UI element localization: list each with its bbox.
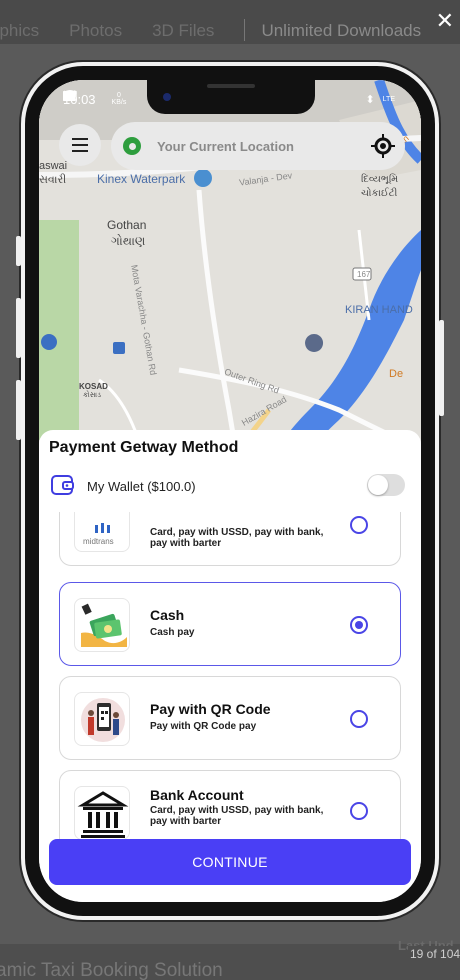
map-label-road-167: 167 bbox=[357, 270, 371, 279]
background-category-tabs: aphics Photos 3D Files Unlimited Downloa… bbox=[0, 19, 451, 41]
payment-option-name: Bank Account bbox=[150, 787, 244, 803]
payment-option-midtrans[interactable]: midtrans Card, pay with USSD, pay with b… bbox=[59, 512, 401, 566]
map-label-gothan-gu: ગોથાણ bbox=[111, 234, 146, 248]
background-top-nav: aphics Photos 3D Files Unlimited Downloa… bbox=[0, 0, 460, 44]
wallet-label: My Wallet ($100.0) bbox=[87, 478, 196, 494]
net-speed-indicator: 0 KB/s bbox=[112, 92, 127, 106]
location-search-placeholder: Your Current Location bbox=[157, 138, 294, 154]
payment-method-sheet: Payment Getway Method My Wallet ($100.0) bbox=[39, 430, 421, 902]
tab-3d-files[interactable]: 3D Files bbox=[152, 21, 214, 41]
payment-option-name: Pay with QR Code bbox=[150, 701, 271, 717]
cash-icon bbox=[74, 598, 130, 652]
payment-sheet-title: Payment Getway Method bbox=[49, 439, 239, 456]
locate-me-icon[interactable] bbox=[369, 132, 397, 160]
menu-icon-line bbox=[72, 150, 88, 152]
map-label-kiran: KIRAN HAND bbox=[345, 304, 413, 316]
phone-side-button bbox=[16, 236, 21, 266]
payment-option-description: Pay with QR Code pay bbox=[150, 721, 257, 732]
payment-option-radio[interactable] bbox=[350, 710, 368, 728]
data-transfer-icon: ⬍ bbox=[365, 93, 375, 106]
tab-divider bbox=[244, 19, 246, 41]
hamburger-menu-button[interactable] bbox=[59, 124, 101, 166]
payment-option-radio[interactable] bbox=[350, 516, 368, 534]
map-label-right-gu-1: દિવ્યભૂમિ bbox=[361, 174, 399, 185]
status-bar: 10:03 0 KB/s ⬍ LTE bbox=[63, 90, 403, 108]
payment-option-description: Card, pay with USSD, pay with bank, pay … bbox=[150, 805, 324, 827]
menu-icon-line bbox=[72, 144, 88, 146]
midtrans-logo: midtrans bbox=[74, 512, 130, 552]
map-label-aswai: aswai bbox=[39, 160, 68, 172]
payment-option-qr-code[interactable]: Pay with QR Code Pay with QR Code pay bbox=[59, 676, 401, 760]
phone-volume-up-button bbox=[16, 298, 21, 358]
wallet-icon bbox=[51, 473, 75, 500]
wallet-toggle[interactable] bbox=[367, 474, 405, 496]
phone-power-button bbox=[439, 320, 444, 416]
midtrans-brand-text: midtrans bbox=[83, 537, 114, 546]
location-search-bar[interactable]: Your Current Location bbox=[111, 122, 405, 170]
network-type: LTE bbox=[382, 95, 395, 103]
map-label-kosad: KOSAD bbox=[79, 382, 108, 391]
phone-frame: aswai સવારી Kinex Waterpark Valanja - De… bbox=[16, 62, 444, 920]
map-label-de: De bbox=[389, 368, 404, 380]
payment-option-description: Card, pay with USSD, pay with bank, pay … bbox=[150, 527, 324, 549]
background-item-title: amic Taxi Booking Solution bbox=[0, 960, 223, 980]
net-speed-value: 0 bbox=[116, 92, 121, 99]
qr-code-payment-icon bbox=[74, 692, 130, 746]
map-label-kinex: Kinex Waterpark bbox=[97, 172, 186, 186]
bank-icon bbox=[74, 786, 130, 840]
image-counter: 19 of 104 bbox=[408, 946, 460, 962]
tab-unlimited-downloads[interactable]: Unlimited Downloads bbox=[261, 21, 421, 41]
map-label-kosad-gu: કોસાડ bbox=[83, 392, 101, 399]
net-speed-unit: KB/s bbox=[111, 99, 127, 106]
phone-volume-down-button bbox=[16, 380, 21, 440]
payment-option-bank-account[interactable]: Bank Account Card, pay with USSD, pay wi… bbox=[59, 770, 401, 842]
map-label-aswai-gu: સવારી bbox=[39, 174, 67, 186]
continue-button[interactable]: CONTINUE bbox=[49, 839, 411, 885]
phone-speaker bbox=[207, 84, 255, 88]
payment-option-radio[interactable] bbox=[350, 802, 368, 820]
payment-option-name: Cash bbox=[150, 607, 185, 623]
payment-options-list[interactable]: midtrans Card, pay with USSD, pay with b… bbox=[39, 512, 421, 842]
tab-photos[interactable]: Photos bbox=[69, 21, 122, 41]
payment-option-description: Cash pay bbox=[150, 627, 195, 638]
close-lightbox-button[interactable]: ✕ bbox=[436, 10, 454, 32]
phone-screen: aswai સવારી Kinex Waterpark Valanja - De… bbox=[39, 80, 421, 902]
payment-option-cash[interactable]: Cash Cash pay bbox=[59, 582, 401, 666]
map-label-right-gu-2: ચોકાઈટી bbox=[361, 188, 398, 199]
wallet-row: My Wallet ($100.0) bbox=[51, 472, 411, 500]
payment-option-radio-selected[interactable] bbox=[350, 616, 368, 634]
menu-icon bbox=[72, 138, 88, 140]
map-label-gothan: Gothan bbox=[107, 218, 147, 232]
current-location-dot-icon bbox=[123, 137, 141, 155]
tab-graphics[interactable]: aphics bbox=[0, 21, 39, 41]
